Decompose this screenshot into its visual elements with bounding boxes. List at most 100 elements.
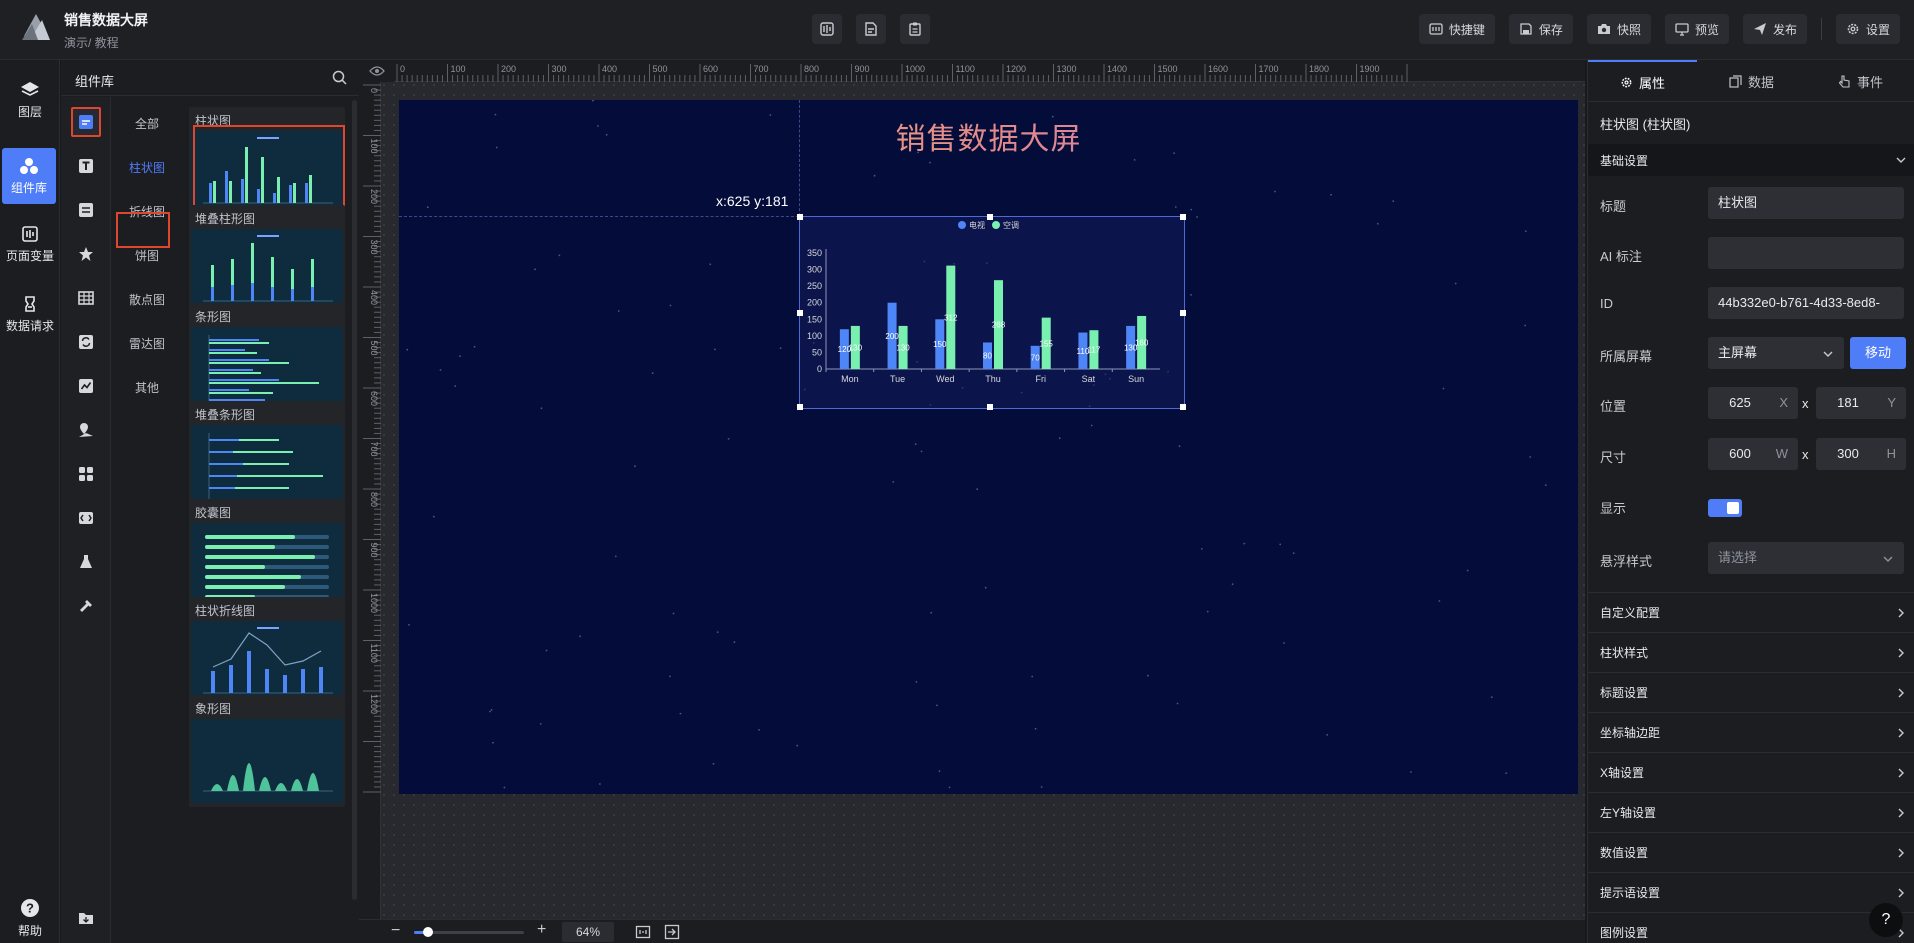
canvas-stage[interactable]: 0 100 200 300 400 500 600 700 800 900 1000 1100 1200… — [359, 60, 1585, 919]
zoom-in-button[interactable]: + — [537, 921, 546, 939]
position-x-input[interactable]: 625 X — [1708, 387, 1798, 419]
help-floating-button[interactable]: ? — [1869, 903, 1903, 937]
collapsed-section[interactable]: 提示语设置 — [1588, 872, 1914, 912]
size-width-input[interactable]: 600 W — [1708, 438, 1798, 470]
rail-item-requests[interactable]: 数据请求 — [0, 286, 60, 342]
id-input[interactable]: 44b332e0-b761-4d33-8ed8- — [1708, 287, 1904, 319]
zoom-slider-handle[interactable] — [423, 927, 433, 937]
subcat-pie[interactable]: 饼图 — [112, 247, 182, 264]
resize-handle-s[interactable] — [987, 404, 993, 410]
category-list[interactable] — [71, 195, 101, 225]
tab-data[interactable]: 数据 — [1697, 60, 1806, 102]
category-tools[interactable] — [71, 591, 101, 621]
ruler-top-label: 700 — [754, 64, 769, 74]
size-height-input[interactable]: 300 H — [1816, 438, 1906, 470]
category-text[interactable] — [71, 151, 101, 181]
doc-tool-button[interactable] — [856, 14, 886, 44]
resize-handle-w[interactable] — [797, 310, 803, 316]
position-y-input[interactable]: 181 Y — [1816, 387, 1906, 419]
publish-button[interactable]: 发布 — [1742, 14, 1807, 44]
card-horizontal-bar[interactable]: 条形图 — [189, 303, 345, 415]
subcat-other[interactable]: 其他 — [112, 379, 182, 396]
category-map[interactable] — [71, 415, 101, 445]
subcat-radar[interactable]: 雷达图 — [112, 335, 182, 352]
resize-handle-nw[interactable] — [797, 214, 803, 220]
subcat-bar[interactable]: 柱状图 — [112, 159, 182, 176]
rail-item-help[interactable]: ? 帮助 — [0, 890, 60, 943]
library-search-button[interactable] — [332, 70, 347, 88]
collapsed-section[interactable]: 柱状样式 — [1588, 632, 1914, 672]
library-scrollbar[interactable] — [352, 100, 357, 900]
legend-label: 空调 — [1003, 220, 1019, 230]
fullscreen-button[interactable] — [664, 924, 680, 943]
ruler-visibility-toggle[interactable] — [359, 60, 394, 82]
resize-handle-ne[interactable] — [1180, 214, 1186, 220]
collapsed-section[interactable]: 图例设置 — [1588, 912, 1914, 943]
category-carousel[interactable] — [71, 327, 101, 357]
rail-item-components[interactable]: 组件库 — [2, 148, 56, 204]
ruler-top-label: 1200 — [1006, 64, 1026, 74]
preview-button[interactable]: 预览 — [1664, 14, 1729, 44]
snapshot-button[interactable]: 快照 — [1586, 14, 1651, 44]
breadcrumb[interactable]: 演示/ 教程 — [64, 34, 119, 51]
category-table[interactable] — [71, 283, 101, 313]
card-bar-line-chart[interactable]: 柱状折线图 — [189, 597, 345, 709]
category-media[interactable] — [71, 503, 101, 533]
rail-help-label: 帮助 — [17, 923, 42, 938]
card-bar-chart[interactable]: 柱状图 — [189, 107, 345, 219]
title-input[interactable]: 柱状图 — [1708, 187, 1904, 219]
settings-button[interactable]: 设置 — [1835, 14, 1900, 44]
resize-handle-e[interactable] — [1180, 310, 1186, 316]
category-trend[interactable] — [71, 371, 101, 401]
collapsed-section[interactable]: 坐标轴边距 — [1588, 712, 1914, 752]
zoom-out-button[interactable]: − — [391, 922, 400, 940]
shortcut-button[interactable]: 快捷键 — [1418, 14, 1495, 44]
collapsed-section[interactable]: X轴设置 — [1588, 752, 1914, 792]
clipboard-tool-button[interactable] — [900, 14, 930, 44]
category-decoration[interactable] — [71, 239, 101, 269]
category-import[interactable] — [71, 903, 101, 933]
legend-marker — [958, 221, 966, 229]
resize-handle-sw[interactable] — [797, 404, 803, 410]
dashboard-screen[interactable]: 销售数据大屏 x:625 y:181 电视 空调 0 50 100 150 200 250 30… — [399, 100, 1578, 794]
collapsed-section[interactable]: 左Y轴设置 — [1588, 792, 1914, 832]
subcat-scatter[interactable]: 散点图 — [112, 291, 182, 308]
hover-style-select[interactable]: 请选择 — [1708, 542, 1904, 574]
zoom-value[interactable]: 64% — [562, 922, 614, 942]
bar-data-label: 130 — [896, 343, 910, 352]
bar-data-label: 160 — [1135, 338, 1149, 347]
collapsed-section-label: 坐标轴边距 — [1600, 726, 1661, 740]
ai-label-input[interactable] — [1708, 237, 1904, 269]
collapsed-section[interactable]: 数值设置 — [1588, 832, 1914, 872]
collapsed-section[interactable]: 标题设置 — [1588, 672, 1914, 712]
card-stacked-bar[interactable]: 堆叠柱形图 — [189, 205, 345, 317]
category-chart[interactable] — [71, 107, 101, 137]
collapsed-section[interactable]: 自定义配置 — [1588, 592, 1914, 632]
subcat-all[interactable]: 全部 — [112, 115, 182, 132]
screen-select[interactable]: 主屏幕 — [1708, 337, 1844, 369]
show-toggle[interactable] — [1708, 499, 1742, 517]
save-button[interactable]: 保存 — [1508, 14, 1573, 44]
rail-item-layers[interactable]: 图层 — [0, 72, 60, 128]
card-capsule-chart[interactable]: 胶囊图 — [189, 499, 345, 611]
tab-events[interactable]: 事件 — [1806, 60, 1914, 102]
screen-title[interactable]: 销售数据大屏 — [399, 114, 1578, 158]
card-pictorial-chart[interactable]: 象形图 — [189, 695, 345, 807]
section-basic-settings[interactable]: 基础设置 — [1588, 144, 1914, 176]
move-button[interactable]: 移动 — [1850, 337, 1906, 369]
category-widgets[interactable] — [71, 459, 101, 489]
fit-screen-button[interactable] — [635, 924, 651, 943]
ruler-left-label: 400 — [369, 290, 379, 305]
resize-handle-se[interactable] — [1180, 404, 1186, 410]
bar-chart-widget[interactable]: 电视 空调 0 50 100 150 200 250 300 350 Mon 120 130 Tue 200… — [797, 214, 1186, 410]
x-tick-label: Thu — [985, 374, 1001, 384]
category-lab[interactable] — [71, 547, 101, 577]
card-stacked-horizontal-bar[interactable]: 堆叠条形图 — [189, 401, 345, 513]
rail-item-variables[interactable]: 页面变量 — [0, 216, 60, 272]
size-separator: x — [1802, 447, 1809, 462]
y-tick-label: 250 — [807, 281, 822, 291]
resize-handle-n[interactable] — [987, 214, 993, 220]
tab-properties[interactable]: 属性 — [1588, 60, 1697, 102]
align-tool-button[interactable] — [812, 14, 842, 44]
chart-legend[interactable]: 电视 空调 — [958, 220, 1019, 230]
